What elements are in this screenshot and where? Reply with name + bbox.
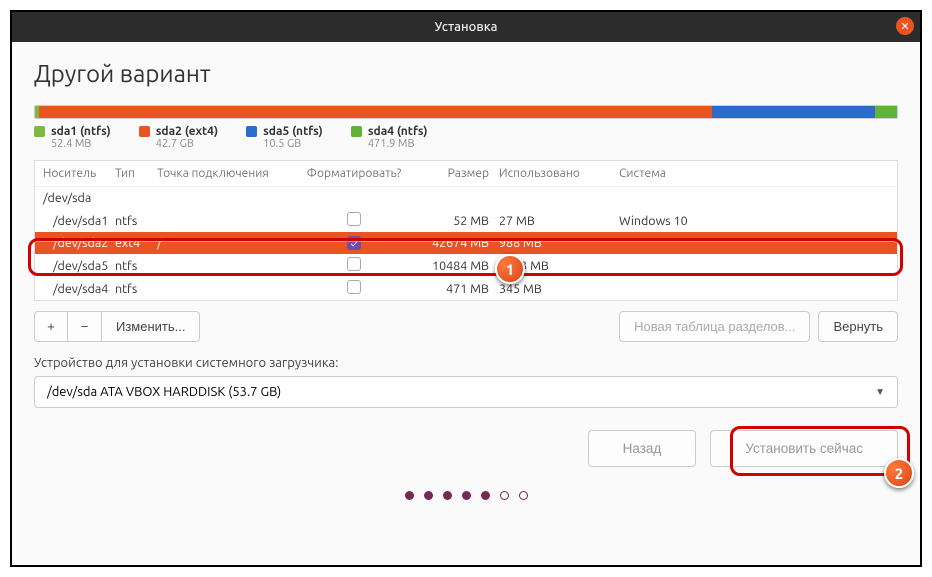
col-size: Размер (409, 167, 499, 180)
seg-sda5 (712, 106, 876, 118)
change-button[interactable]: Изменить... (102, 311, 200, 342)
cell-size: 52 MB (409, 214, 499, 228)
annotation-badge-2: 2 (884, 458, 914, 488)
legend-size: 52.4 MB (51, 138, 111, 150)
legend-item: sda1 (ntfs)52.4 MB (34, 125, 111, 150)
step-dot (481, 491, 490, 500)
table-row[interactable]: /dev/sda4ntfs 471 MB345 MB (35, 277, 897, 300)
legend-label: sda4 (ntfs) (368, 125, 428, 138)
col-system: Система (619, 167, 889, 180)
chevron-down-icon: ▼ (875, 386, 885, 398)
back-button[interactable]: Назад (588, 430, 697, 467)
step-dot (500, 491, 509, 500)
legend-label: sda2 (ext4) (156, 125, 218, 138)
swatch-icon (351, 126, 362, 137)
legend-label: sda1 (ntfs) (51, 125, 111, 138)
cell-used: 988 MB (499, 236, 619, 250)
seg-sda4 (875, 106, 897, 118)
format-checkbox[interactable] (347, 257, 361, 271)
bootloader-select[interactable]: /dev/sda ATA VBOX HARDDISK (53.7 GB) ▼ (34, 376, 898, 408)
cell-device: /dev/sda4 (43, 282, 115, 296)
table-row[interactable]: /dev/sda1ntfs 52 MB27 MBWindows 10 (35, 209, 897, 232)
cell-used: 27 MB (499, 214, 619, 228)
remove-button[interactable]: − (68, 311, 102, 342)
add-button[interactable]: + (34, 311, 68, 342)
toolbar: + − Изменить... Новая таблица разделов..… (34, 311, 898, 342)
progress-stepper (34, 491, 898, 500)
format-checkbox[interactable]: ✓ (347, 236, 361, 250)
format-checkbox[interactable] (347, 212, 361, 226)
legend-size: 471.9 MB (368, 138, 428, 150)
col-device: Носитель (43, 167, 115, 180)
legend-item: sda2 (ext4)42.7 GB (139, 125, 218, 150)
cell-device: /dev/sda2 (43, 236, 115, 250)
page-title: Другой вариант (34, 60, 898, 87)
swatch-icon (34, 126, 45, 137)
step-dot (443, 491, 452, 500)
swatch-icon (246, 126, 257, 137)
window-title: Установка (434, 20, 497, 34)
swatch-icon (139, 126, 150, 137)
step-dot (424, 491, 433, 500)
cell-device: /dev/sda5 (43, 259, 115, 273)
cell-size: 42674 MB (409, 236, 499, 250)
step-dot (405, 491, 414, 500)
bootloader-value: /dev/sda ATA VBOX HARDDISK (53.7 GB) (47, 385, 281, 399)
col-used: Использовано (499, 167, 619, 180)
step-dot (519, 491, 528, 500)
cell-device: /dev/sda (43, 191, 91, 205)
format-checkbox[interactable] (347, 280, 361, 294)
legend-label: sda5 (ntfs) (263, 125, 323, 138)
table-body: /dev/sda/dev/sda1ntfs52 MB27 MBWindows 1… (35, 187, 897, 300)
revert-button[interactable]: Вернуть (818, 311, 898, 342)
cell-format (299, 257, 409, 274)
cell-format (299, 212, 409, 229)
cell-mount: / (157, 236, 299, 250)
table-row[interactable]: /dev/sda (35, 187, 897, 209)
partition-table: Носитель Тип Точка подключения Форматиро… (34, 160, 898, 301)
legend-item: sda4 (ntfs)471.9 MB (351, 125, 428, 150)
close-icon[interactable]: ✕ (896, 17, 914, 35)
installer-window: Установка ✕ Другой вариант sda1 (ntfs)52… (10, 10, 922, 567)
cell-type: ext4 (115, 236, 157, 250)
step-dot (462, 491, 471, 500)
cell-type: ntfs (115, 259, 157, 273)
annotation-badge-1: 1 (495, 254, 525, 284)
legend-size: 42.7 GB (156, 138, 218, 150)
bootloader-label: Устройство для установки системного загр… (34, 356, 898, 370)
col-format: Форматировать? (299, 167, 409, 180)
col-mount: Точка подключения (157, 167, 299, 180)
cell-format: ✓ (299, 236, 409, 251)
col-type: Тип (115, 167, 157, 180)
install-now-button[interactable]: Установить сейчас (710, 430, 898, 467)
table-row[interactable]: /dev/sda5ntfs10484 MB3453 MB (35, 254, 897, 277)
cell-size: 471 MB (409, 282, 499, 296)
legend-item: sda5 (ntfs)10.5 GB (246, 125, 323, 150)
table-row[interactable]: /dev/sda2ext4/ ✓ 42674 MB988 MB (35, 232, 897, 254)
cell-format (299, 280, 409, 297)
cell-type: ntfs (115, 282, 157, 296)
cell-used: 345 MB (499, 282, 619, 296)
titlebar: Установка ✕ (12, 12, 920, 42)
nav-buttons: Назад Установить сейчас (34, 430, 898, 467)
cell-size: 10484 MB (409, 259, 499, 273)
seg-sda2 (39, 106, 711, 118)
disk-usage-bar (34, 105, 898, 119)
table-header: Носитель Тип Точка подключения Форматиро… (35, 161, 897, 187)
cell-system: Windows 10 (619, 214, 889, 228)
cell-type: ntfs (115, 214, 157, 228)
cell-device: /dev/sda1 (43, 214, 115, 228)
content: Другой вариант sda1 (ntfs)52.4 MB sda2 (e… (12, 42, 920, 565)
legend: sda1 (ntfs)52.4 MB sda2 (ext4)42.7 GB sda5… (34, 125, 898, 150)
new-table-button[interactable]: Новая таблица разделов... (619, 311, 810, 342)
legend-size: 10.5 GB (263, 138, 323, 150)
